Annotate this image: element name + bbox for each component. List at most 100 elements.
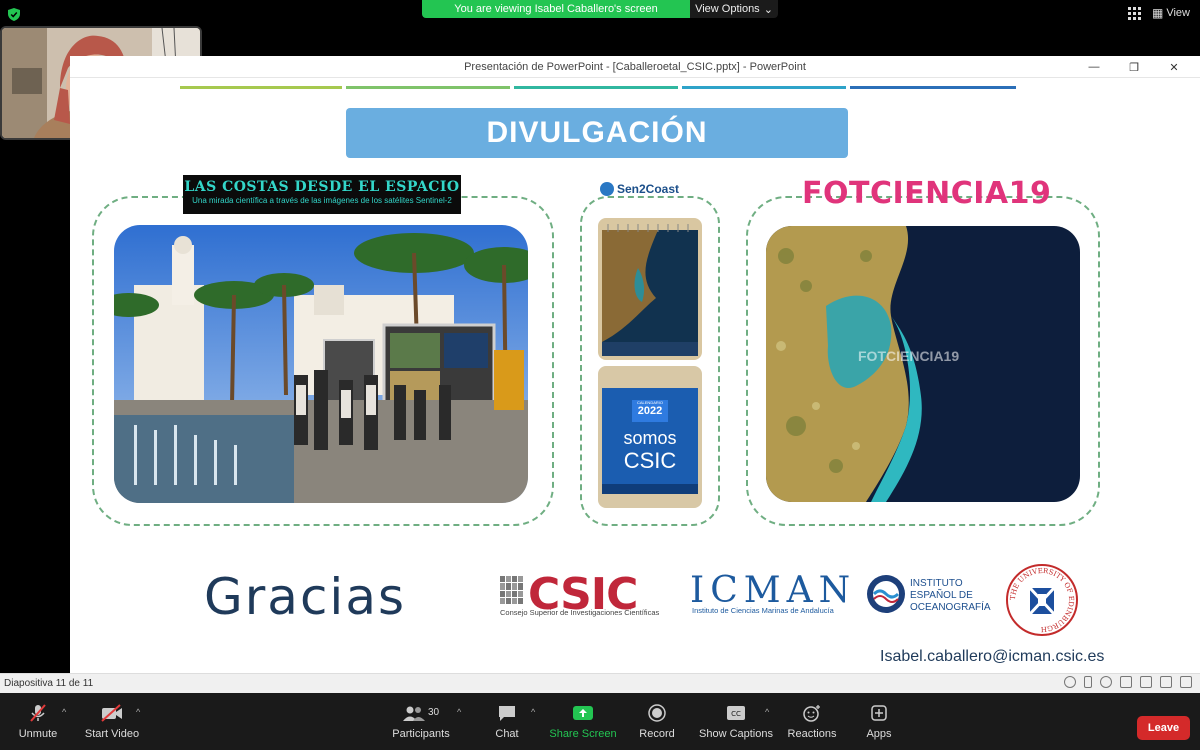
captions-caret-icon[interactable]: ^ xyxy=(765,707,769,717)
color-strip xyxy=(850,86,1016,89)
svg-text:CC: CC xyxy=(731,710,741,718)
participants-count: 30 xyxy=(427,707,440,718)
record-icon xyxy=(648,703,666,722)
close-icon[interactable]: ✕ xyxy=(1154,56,1194,78)
chat-icon xyxy=(497,704,517,722)
edinburgh-crest-icon: THE UNIVERSITY OF EDINBURGH xyxy=(1009,567,1075,633)
banner-text: You are viewing Isabel Caballero's scree… xyxy=(454,3,658,15)
satellite-image xyxy=(766,226,1080,502)
next-slide-icon[interactable] xyxy=(1100,676,1112,688)
reactions-button[interactable]: Reactions xyxy=(784,693,840,750)
grid-dots-icon[interactable] xyxy=(1128,7,1142,20)
slide-canvas: DIVULGACIÓN LAS COSTAS DESDE EL ESPACIO … xyxy=(70,78,1130,673)
apps-icon xyxy=(870,704,888,722)
powerpoint-window-title: Presentación de PowerPoint - [Caballeroe… xyxy=(70,56,1200,78)
leave-button[interactable]: Leave xyxy=(1137,716,1190,740)
unmute-label: Unmute xyxy=(18,727,58,740)
heading-text: DIVULGACIÓN xyxy=(486,116,708,149)
share-screen-label: Share Screen xyxy=(549,727,617,740)
share-screen-button[interactable]: Share Screen xyxy=(548,693,618,750)
participants-caret-icon[interactable]: ^ xyxy=(457,707,461,717)
color-strip xyxy=(346,86,510,89)
ieo-logo-icon xyxy=(867,575,905,613)
record-label: Record xyxy=(639,727,675,740)
chat-button[interactable]: Chat xyxy=(484,693,530,750)
participants-label: Participants xyxy=(392,727,450,740)
security-shield-icon[interactable] xyxy=(8,8,20,21)
calendar-text-line2: CSIC xyxy=(623,448,677,473)
reactions-label: Reactions xyxy=(787,727,837,740)
meeting-toolbar: Unmute ^ Start Video ^ 30 Participants ^… xyxy=(0,693,1200,750)
sen2coast-logo: Sen2Coast xyxy=(600,182,679,196)
slide-sorter-icon[interactable] xyxy=(1140,676,1152,688)
color-strip xyxy=(682,86,846,89)
participants-icon: 30 xyxy=(402,704,440,722)
restore-icon[interactable]: ❐ xyxy=(1114,56,1154,78)
calendar-photo-1 xyxy=(598,218,702,360)
captions-icon: CC xyxy=(726,704,746,722)
color-strip xyxy=(180,86,342,89)
share-screen-icon xyxy=(572,704,594,722)
icman-subtitle: Instituto de Ciencias Marinas de Andaluc… xyxy=(692,606,834,615)
ieo-line1: INSTITUTO xyxy=(910,578,963,589)
audio-options-caret-icon[interactable]: ^ xyxy=(62,707,66,717)
screen-share-banner: You are viewing Isabel Caballero's scree… xyxy=(422,0,690,18)
view-button[interactable]: ▦ View xyxy=(1152,6,1190,20)
view-label: View xyxy=(1166,7,1190,19)
calendar-text-line1: somos xyxy=(623,428,677,448)
icman-logo: ICMAN xyxy=(690,570,857,611)
show-captions-button[interactable]: CC Show Captions xyxy=(698,693,774,750)
prev-slide-icon[interactable] xyxy=(1064,676,1076,688)
view-options-button[interactable]: View Options ⌄ xyxy=(690,0,778,18)
costas-subtitle: Una mirada científica a través de las im… xyxy=(192,196,452,205)
view-options-label: View Options xyxy=(695,3,760,15)
show-captions-label: Show Captions xyxy=(699,727,773,740)
slideshow-icon[interactable] xyxy=(1180,676,1192,688)
exhibition-photo xyxy=(114,225,528,503)
apps-label: Apps xyxy=(866,727,892,740)
slide-heading: DIVULGACIÓN xyxy=(346,108,848,158)
scroll-indicator-icon[interactable] xyxy=(1084,676,1092,688)
minimize-icon[interactable]: — xyxy=(1074,56,1114,78)
microphone-muted-icon xyxy=(28,703,48,722)
ieo-logo-text: INSTITUTO ESPAÑOL DE OCEANOGRAFÍA xyxy=(910,578,991,614)
sen2coast-globe-icon xyxy=(600,182,614,196)
slide-counter: Diapositiva 11 de 11 xyxy=(4,678,94,689)
status-bar-icons xyxy=(1064,676,1192,688)
ieo-line2: ESPAÑOL DE xyxy=(910,590,973,601)
video-options-caret-icon[interactable]: ^ xyxy=(136,707,140,717)
slide-margin xyxy=(1130,78,1200,673)
leave-label: Leave xyxy=(1147,722,1180,734)
participants-button[interactable]: 30 Participants xyxy=(388,693,454,750)
calendar-year: 2022 xyxy=(637,405,663,417)
fotociencia-watermark: FOTCIENCIA19 xyxy=(858,348,960,364)
powerpoint-status-bar: Diapositiva 11 de 11 xyxy=(0,673,1200,693)
start-video-label: Start Video xyxy=(84,727,140,740)
chevron-down-icon: ⌄ xyxy=(763,3,773,16)
chat-caret-icon[interactable]: ^ xyxy=(531,707,535,717)
costas-banner: LAS COSTAS DESDE EL ESPACIO Una mirada c… xyxy=(183,175,461,214)
color-strip xyxy=(514,86,678,89)
apps-button[interactable]: Apps xyxy=(860,693,898,750)
csic-emblem-icon xyxy=(500,576,524,604)
top-right-controls: ▦ View xyxy=(1128,6,1190,20)
costas-title: LAS COSTAS DESDE EL ESPACIO xyxy=(184,179,460,195)
reactions-icon xyxy=(802,704,822,722)
fotociencia-title: FOTCIENCIA19 xyxy=(802,176,1052,211)
sen2coast-label: Sen2Coast xyxy=(617,182,680,196)
view-grid-icon: ▦ xyxy=(1152,6,1164,20)
video-off-icon xyxy=(100,703,124,722)
normal-view-icon[interactable] xyxy=(1120,676,1132,688)
reading-view-icon[interactable] xyxy=(1160,676,1172,688)
window-title-text: Presentación de PowerPoint - [Caballeroe… xyxy=(464,60,806,73)
edinburgh-seal: THE UNIVERSITY OF EDINBURGH xyxy=(1006,564,1078,636)
unmute-button[interactable]: Unmute xyxy=(8,693,68,750)
gracias-text: Gracias xyxy=(204,568,407,626)
record-button[interactable]: Record xyxy=(632,693,682,750)
calendar-photo-2: CALENDARIO 2022 somos CSIC xyxy=(598,366,702,508)
contact-email: Isabel.caballero@icman.csic.es xyxy=(880,648,1105,665)
start-video-button[interactable]: Start Video xyxy=(80,693,144,750)
ieo-line3: OCEANOGRAFÍA xyxy=(910,602,991,613)
csic-subtitle: Consejo Superior de Investigaciones Cien… xyxy=(500,608,660,617)
chat-label: Chat xyxy=(495,727,519,740)
